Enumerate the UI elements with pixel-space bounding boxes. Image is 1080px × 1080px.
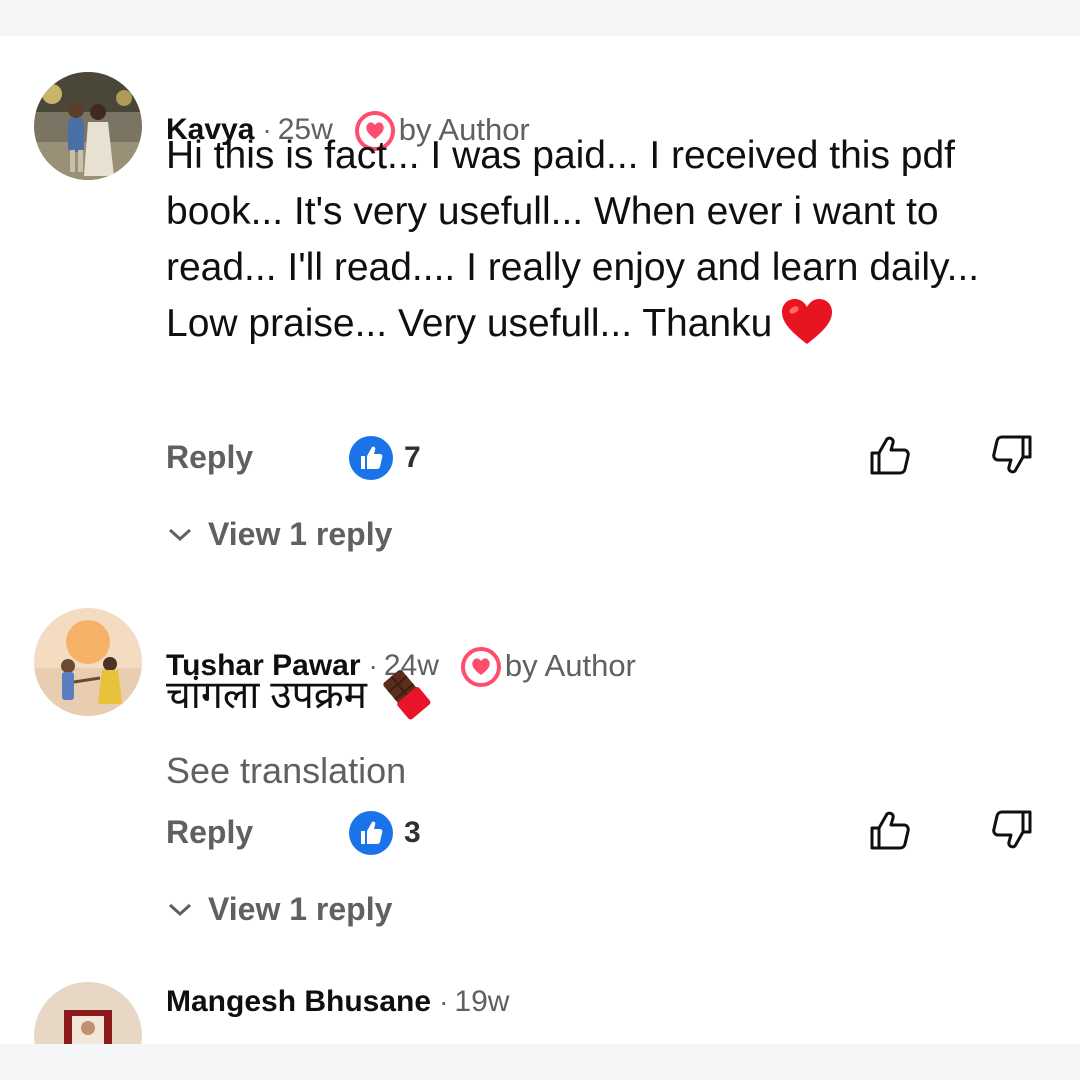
thumb-up-icon[interactable] (866, 806, 914, 854)
separator-dot: · (439, 986, 449, 1017)
like-badge-icon (349, 811, 393, 855)
like-badge-icon (349, 436, 393, 480)
like-count: 3 (404, 816, 421, 849)
comment-actions: Reply 7 (166, 435, 1046, 485)
thumb-down-icon[interactable] (988, 806, 1036, 854)
view-replies-label: View 1 reply (208, 515, 393, 552)
like-count: 7 (404, 441, 421, 474)
comment-text-content: Hi this is fact... I was paid... I recei… (166, 134, 990, 345)
avatar[interactable] (34, 72, 142, 180)
reply-button[interactable]: Reply (166, 814, 253, 851)
comment-actions: Reply 3 (166, 810, 1046, 860)
chevron-down-icon (168, 528, 192, 542)
view-replies-button[interactable]: View 1 reply (166, 514, 392, 554)
thumb-down-icon[interactable] (988, 431, 1036, 479)
chocolate-bar-icon (383, 669, 431, 720)
thumb-up-icon[interactable] (866, 431, 914, 479)
chevron-down-icon (168, 903, 192, 917)
comments-panel: Kavya · 25w by Author Hi this is fact...… (0, 36, 1080, 1044)
view-replies-button[interactable]: View 1 reply (166, 889, 392, 929)
view-replies-label: View 1 reply (208, 890, 393, 927)
see-translation-link[interactable]: See translation (166, 750, 406, 792)
comment-time: 19w (454, 985, 510, 1018)
red-heart-icon (782, 299, 833, 344)
comment-text: Hi this is fact... I was paid... I recei… (166, 128, 1006, 352)
reply-button[interactable]: Reply (166, 439, 253, 476)
comment-meta: Mangesh Bhusane · 19w (166, 982, 509, 1022)
avatar[interactable] (34, 608, 142, 716)
comment-text-content: चांगला उपक्रम (166, 674, 367, 717)
author-name[interactable]: Mangesh Bhusane (166, 985, 431, 1019)
comment-text: चांगला उपक्रम (166, 664, 1006, 724)
avatar[interactable] (34, 982, 142, 1044)
